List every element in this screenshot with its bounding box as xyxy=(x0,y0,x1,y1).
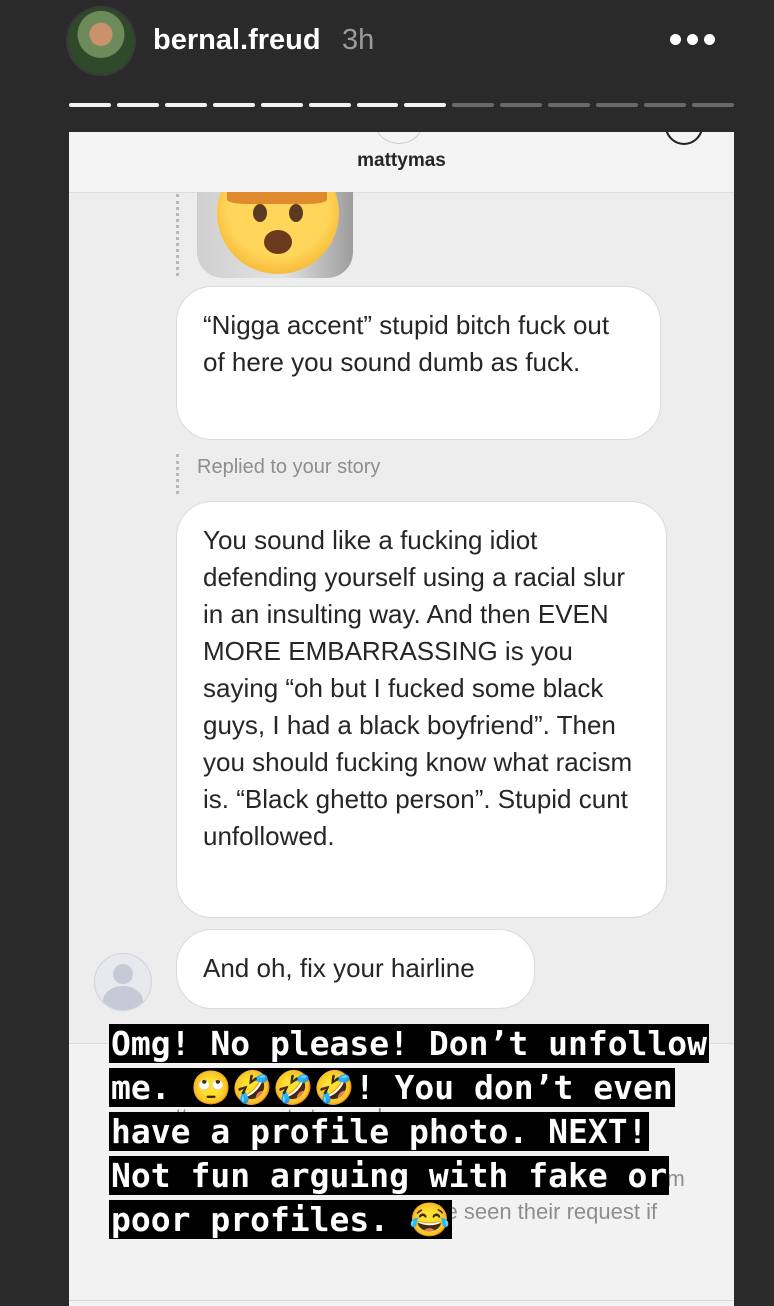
progress-segment xyxy=(356,103,399,107)
contact-avatar xyxy=(375,132,423,144)
message-bubble: “Nigga accent” stupid bitch fuck out of … xyxy=(176,286,661,440)
more-dots-icon[interactable] xyxy=(670,24,718,54)
info-icon xyxy=(665,132,703,145)
profile-avatar[interactable] xyxy=(68,8,134,74)
dm-title: mattymas xyxy=(357,150,446,171)
message-bubble: You sound like a fucking idiot defending… xyxy=(176,501,667,918)
progress-segment xyxy=(500,103,543,107)
story-caption: Omg! No please! Don’t unfollow me. 🙄🤣🤣🤣!… xyxy=(109,1022,719,1242)
thread-dots xyxy=(176,194,182,276)
dm-header: mattymas xyxy=(69,132,734,193)
progress-segment xyxy=(404,103,447,107)
default-avatar-icon xyxy=(94,953,152,1011)
progress-segment xyxy=(308,103,351,107)
caption-text: Omg! No please! Don’t unfollow me. 🙄🤣🤣🤣!… xyxy=(109,1024,710,1239)
story-progress-bar xyxy=(69,103,734,108)
progress-segment xyxy=(164,103,207,107)
progress-segment xyxy=(596,103,639,107)
progress-segment xyxy=(260,103,303,107)
progress-segment xyxy=(212,103,255,107)
replied-label: Replied to your story xyxy=(197,456,381,478)
story-time: 3h xyxy=(342,24,375,56)
progress-segment xyxy=(452,103,495,107)
progress-segment xyxy=(548,103,591,107)
progress-segment xyxy=(691,103,734,107)
progress-segment xyxy=(69,103,111,107)
story-username[interactable]: bernal.freud xyxy=(153,24,321,57)
progress-segment xyxy=(644,103,686,107)
thread-dots xyxy=(176,454,182,494)
progress-segment xyxy=(116,103,159,107)
message-bubble: And oh, fix your hairline xyxy=(176,929,535,1009)
exploding-head-emoji xyxy=(197,192,353,278)
